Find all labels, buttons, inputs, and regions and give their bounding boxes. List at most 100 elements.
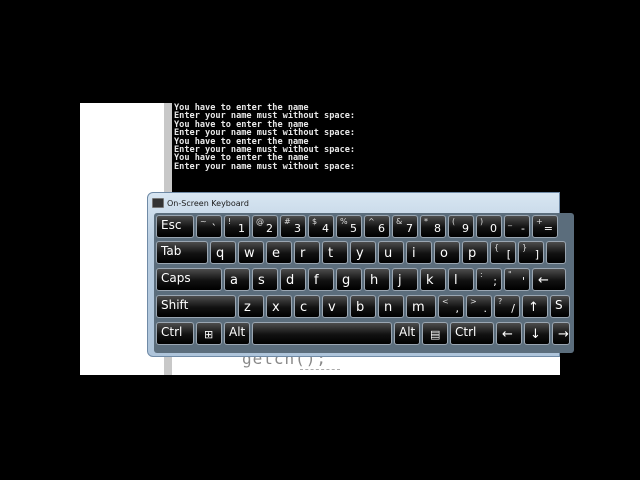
key-u[interactable]: u <box>378 241 404 264</box>
key-o[interactable]: o <box>434 241 460 264</box>
key-9[interactable]: ( 9 <box>448 215 474 238</box>
keyboard-title-bar[interactable]: On-Screen Keyboard <box>152 196 249 210</box>
console-window: You have to enter the name Enter your na… <box>172 103 560 195</box>
key-label: j <box>398 273 402 288</box>
key-3[interactable]: # 3 <box>280 215 306 238</box>
key-comma[interactable]: < , <box>438 295 464 318</box>
key-open-bracket[interactable]: { [ <box>490 241 516 264</box>
key-number: 8 <box>434 222 441 235</box>
key-c[interactable]: c <box>294 295 320 318</box>
key-symbol: ` <box>211 222 218 235</box>
key-z[interactable]: z <box>238 295 264 318</box>
key-space[interactable] <box>252 322 392 345</box>
key-up[interactable]: ↑ <box>522 295 548 318</box>
key-down[interactable]: ↓ <box>524 322 550 345</box>
enter-arrow-icon: ← <box>538 273 549 288</box>
key-s[interactable]: s <box>252 268 278 291</box>
key-label: s <box>258 273 265 288</box>
key-label: q <box>216 246 225 261</box>
key-4[interactable]: $ 4 <box>308 215 334 238</box>
key-menu[interactable]: ▤ <box>422 322 448 345</box>
key-backslash[interactable] <box>546 241 566 264</box>
key-alt[interactable]: Alt <box>224 322 250 345</box>
key-period[interactable]: > . <box>466 295 492 318</box>
key-2[interactable]: @ 2 <box>252 215 278 238</box>
key-caps[interactable]: Caps <box>156 268 222 291</box>
key-number: ' <box>521 275 525 288</box>
key-right[interactable]: → <box>552 322 570 345</box>
key-8[interactable]: * 8 <box>420 215 446 238</box>
key-6[interactable]: ^ 6 <box>364 215 390 238</box>
key-tilde[interactable]: ~ ` <box>196 215 222 238</box>
key-left[interactable]: ← <box>496 322 522 345</box>
key-w[interactable]: w <box>238 241 264 264</box>
key-symbol: $ <box>312 217 318 226</box>
key-semicolon[interactable]: : ; <box>476 268 502 291</box>
key-b[interactable]: b <box>350 295 376 318</box>
key-q[interactable]: q <box>210 241 236 264</box>
key-j[interactable]: j <box>392 268 418 291</box>
key-number: 1 <box>238 222 245 235</box>
key-symbol: ~ <box>200 217 207 226</box>
key-label: c <box>300 300 308 315</box>
key-k[interactable]: k <box>420 268 446 291</box>
key-windows[interactable]: ⊞ <box>196 322 222 345</box>
key-p[interactable]: p <box>462 241 488 264</box>
key-a[interactable]: a <box>224 268 250 291</box>
console-line: Enter your name must without space: <box>174 161 356 172</box>
key-number: = <box>543 222 553 235</box>
key-d[interactable]: d <box>280 268 306 291</box>
key-ctrl[interactable]: Ctrl <box>156 322 194 345</box>
key-label: x <box>272 300 280 315</box>
key-i[interactable]: i <box>406 241 432 264</box>
key-label: Caps <box>161 271 191 285</box>
key-label: v <box>328 300 336 315</box>
key-number: [ <box>506 248 511 261</box>
key-alt-gr[interactable]: Alt <box>394 322 420 345</box>
key-label: Ctrl <box>455 325 477 339</box>
key-7[interactable]: & 7 <box>392 215 418 238</box>
key-close-bracket[interactable]: } ] <box>518 241 544 264</box>
key-5[interactable]: % 5 <box>336 215 362 238</box>
key-label: Ctrl <box>161 325 183 339</box>
key-1[interactable]: ! 1 <box>224 215 250 238</box>
key-v[interactable]: v <box>322 295 348 318</box>
key-right-ctrl[interactable]: Ctrl <box>450 322 494 345</box>
key-t[interactable]: t <box>322 241 348 264</box>
key-symbol: @ <box>256 217 264 226</box>
key-number: 9 <box>462 222 469 235</box>
key-e[interactable]: e <box>266 241 292 264</box>
key-f[interactable]: f <box>308 268 334 291</box>
key-number: 4 <box>322 222 329 235</box>
key-0[interactable]: ) 0 <box>476 215 502 238</box>
key-slash[interactable]: ? / <box>494 295 520 318</box>
arrow-right-icon: → <box>558 327 569 342</box>
key-symbol: + <box>536 217 543 226</box>
key-label: S <box>555 298 563 312</box>
key-quote[interactable]: " ' <box>504 268 530 291</box>
menu-icon: ▤ <box>430 328 441 341</box>
key-l[interactable]: l <box>448 268 474 291</box>
key-y[interactable]: y <box>350 241 376 264</box>
key-equals[interactable]: + = <box>532 215 558 238</box>
key-minus[interactable]: _ - <box>504 215 530 238</box>
key-tab[interactable]: Tab <box>156 241 208 264</box>
key-n[interactable]: n <box>378 295 404 318</box>
key-area: Esc ~ ` ! 1 @ 2 # 3 $ 4 % 5 ^ 6 & 7 * 8 … <box>154 213 574 353</box>
arrow-up-icon: ↑ <box>528 300 539 315</box>
key-g[interactable]: g <box>336 268 362 291</box>
key-enter[interactable]: ← <box>532 268 566 291</box>
key-label: Tab <box>161 244 182 258</box>
key-x[interactable]: x <box>266 295 292 318</box>
key-symbol: > <box>470 297 477 306</box>
key-symbol: : <box>480 270 483 279</box>
key-label: p <box>468 246 477 261</box>
key-r[interactable]: r <box>294 241 320 264</box>
key-number: - <box>521 222 525 235</box>
key-shift[interactable]: Shift <box>156 295 236 318</box>
key-h[interactable]: h <box>364 268 390 291</box>
key-m[interactable]: m <box>406 295 436 318</box>
key-esc[interactable]: Esc <box>156 215 194 238</box>
key-right-shift[interactable]: S <box>550 295 570 318</box>
key-label: g <box>342 273 351 288</box>
